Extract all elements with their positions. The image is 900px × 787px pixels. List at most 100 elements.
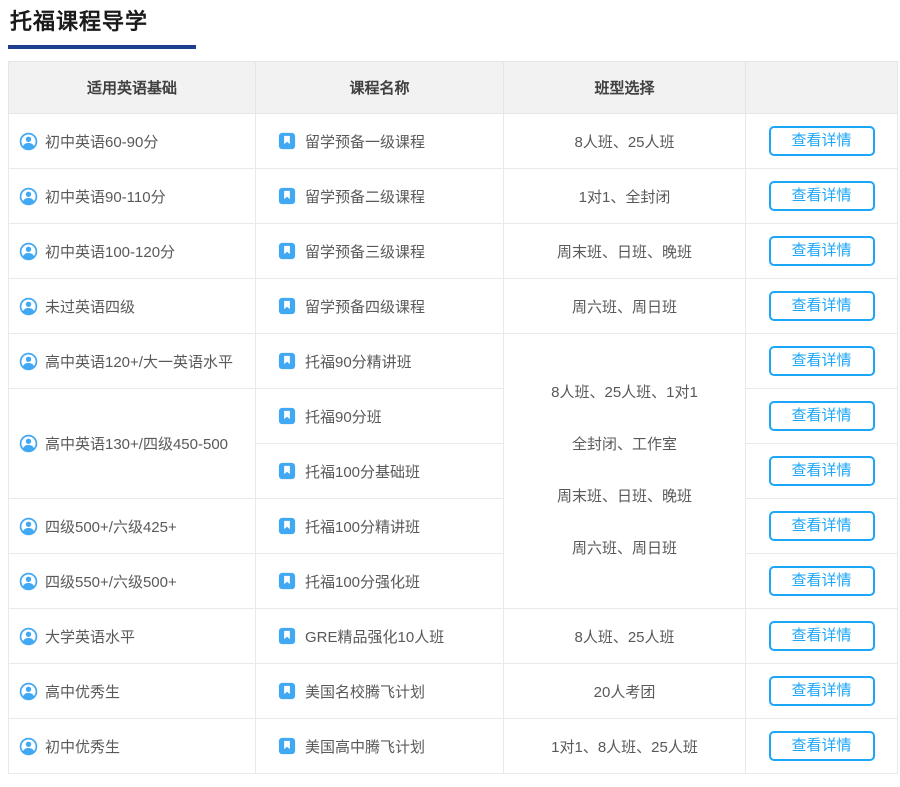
class-type-cell: 8人班、25人班 xyxy=(503,113,746,169)
english-basis-cell: 初中英语60-90分 xyxy=(8,113,256,169)
user-icon xyxy=(19,736,38,757)
title-underline xyxy=(8,45,196,49)
view-details-button[interactable]: 查看详情 xyxy=(768,566,875,596)
view-details-button[interactable]: 查看详情 xyxy=(768,346,875,376)
class-type-line: 周末班、日班、晚班 xyxy=(556,488,692,505)
english-basis-text: 初中优秀生 xyxy=(45,738,121,756)
view-details-button[interactable]: 查看详情 xyxy=(768,511,875,541)
view-details-button[interactable]: 查看详情 xyxy=(768,181,875,211)
class-type-text: 1对1、8人班、25人班 xyxy=(551,738,698,756)
book-icon xyxy=(278,352,296,370)
class-type-cell: 8人班、25人班 xyxy=(503,608,746,664)
course-cell: 美国名校腾飞计划 xyxy=(255,663,504,719)
book-icon xyxy=(278,187,296,205)
class-type-cell: 20人考团 xyxy=(503,663,746,719)
english-basis-cell: 初中优秀生 xyxy=(8,718,256,774)
table-row: 大学英语水平 GRE精品强化10人班 8人班、25人班 查看详情 xyxy=(8,608,898,664)
table-row: 初中英语90-110分 留学预备二级课程 1对1、全封闭 查看详情 xyxy=(8,168,898,224)
action-cell: 查看详情 xyxy=(745,608,898,664)
class-type-text: 1对1、全封闭 xyxy=(578,188,671,206)
action-cell: 查看详情 xyxy=(745,498,898,554)
book-icon xyxy=(278,627,296,645)
user-icon xyxy=(19,516,38,537)
course-name-text: 美国名校腾飞计划 xyxy=(305,683,426,701)
page: 托福课程导学 适用英语基础 课程名称 班型选择 初中英语60-90分 留学预备一… xyxy=(0,0,900,782)
view-details-button[interactable]: 查看详情 xyxy=(768,676,875,706)
english-basis-text: 初中英语60-90分 xyxy=(45,133,159,151)
class-type-text: 周六班、周日班 xyxy=(571,298,677,316)
view-details-button[interactable]: 查看详情 xyxy=(768,401,875,431)
course-name-text: 托福100分精讲班 xyxy=(305,518,421,536)
action-cell: 查看详情 xyxy=(745,663,898,719)
course-name-text: GRE精品强化10人班 xyxy=(305,628,445,646)
english-basis-cell: 高中优秀生 xyxy=(8,663,256,719)
english-basis-cell: 四级550+/六级500+ xyxy=(8,553,256,609)
book-icon xyxy=(278,682,296,700)
table-row: 初中英语60-90分 留学预备一级课程 8人班、25人班 查看详情 xyxy=(8,113,898,169)
english-basis-cell: 四级500+/六级425+ xyxy=(8,498,256,554)
course-cell: 留学预备四级课程 xyxy=(255,278,504,334)
course-cell: 留学预备二级课程 xyxy=(255,168,504,224)
table-row: 四级550+/六级500+ 托福100分强化班 查看详情 xyxy=(8,553,898,609)
table-row: 初中英语100-120分 留学预备三级课程 周末班、日班、晚班 查看详情 xyxy=(8,223,898,279)
view-details-button[interactable]: 查看详情 xyxy=(768,126,875,156)
user-icon xyxy=(19,131,38,152)
english-basis-cell: 大学英语水平 xyxy=(8,608,256,664)
english-basis-cell: 高中英语120+/大一英语水平 xyxy=(8,333,256,389)
user-icon xyxy=(19,296,38,317)
book-icon xyxy=(278,572,296,590)
course-cell: 托福100分精讲班 xyxy=(255,498,504,554)
course-cell: 托福90分班 xyxy=(255,388,504,444)
course-name-text: 留学预备四级课程 xyxy=(305,298,426,316)
user-icon xyxy=(19,681,38,702)
english-basis-text: 高中优秀生 xyxy=(45,683,121,701)
class-type-line: 全封闭、工作室 xyxy=(571,436,677,453)
course-cell: GRE精品强化10人班 xyxy=(255,608,504,664)
course-cell: 托福100分强化班 xyxy=(255,553,504,609)
english-basis-text: 四级550+/六级500+ xyxy=(45,573,177,591)
english-basis-cell: 高中英语130+/四级450-500 xyxy=(8,388,256,499)
header-actions xyxy=(745,61,898,114)
action-cell: 查看详情 xyxy=(745,223,898,279)
action-cell: 查看详情 xyxy=(745,333,898,389)
table-row: 未过英语四级 留学预备四级课程 周六班、周日班 查看详情 xyxy=(8,278,898,334)
action-cell: 查看详情 xyxy=(745,388,898,444)
class-type-line: 8人班、25人班、1对1 xyxy=(551,384,698,401)
english-basis-cell: 未过英语四级 xyxy=(8,278,256,334)
header-english-basis: 适用英语基础 xyxy=(8,61,256,114)
course-name-text: 留学预备二级课程 xyxy=(305,188,426,206)
english-basis-text: 高中英语130+/四级450-500 xyxy=(45,436,229,453)
book-icon xyxy=(278,462,296,480)
course-name-text: 托福90分班 xyxy=(305,408,382,426)
view-details-button[interactable]: 查看详情 xyxy=(768,236,875,266)
action-cell: 查看详情 xyxy=(745,278,898,334)
class-type-merged-cell: 8人班、25人班、1对1 全封闭、工作室 周末班、日班、晚班 周六班、周日班 xyxy=(503,333,746,609)
course-table: 适用英语基础 课程名称 班型选择 初中英语60-90分 留学预备一级课程 8人班… xyxy=(8,61,898,774)
action-cell: 查看详情 xyxy=(745,443,898,499)
view-details-button[interactable]: 查看详情 xyxy=(768,456,875,486)
view-details-button[interactable]: 查看详情 xyxy=(768,621,875,651)
english-basis-text: 初中英语90-110分 xyxy=(45,188,166,206)
class-type-cell: 周六班、周日班 xyxy=(503,278,746,334)
class-type-text: 8人班、25人班 xyxy=(574,133,675,151)
course-name-text: 托福100分强化班 xyxy=(305,573,421,591)
book-icon xyxy=(278,132,296,150)
user-icon xyxy=(19,571,38,592)
course-cell: 托福90分精讲班 xyxy=(255,333,504,389)
user-icon xyxy=(19,186,38,207)
course-cell: 留学预备一级课程 xyxy=(255,113,504,169)
view-details-button[interactable]: 查看详情 xyxy=(768,731,875,761)
class-type-cell: 1对1、8人班、25人班 xyxy=(503,718,746,774)
book-icon xyxy=(278,517,296,535)
course-name-text: 托福90分精讲班 xyxy=(305,353,412,371)
table-row: 高中优秀生 美国名校腾飞计划 20人考团 查看详情 xyxy=(8,663,898,719)
class-type-text: 8人班、25人班 xyxy=(574,628,675,646)
course-name-text: 托福100分基础班 xyxy=(305,463,421,481)
page-title: 托福课程导学 xyxy=(10,9,149,34)
english-basis-text: 高中英语120+/大一英语水平 xyxy=(45,353,233,371)
book-icon xyxy=(278,242,296,260)
course-cell: 托福100分基础班 xyxy=(255,443,504,499)
view-details-button[interactable]: 查看详情 xyxy=(768,291,875,321)
course-name-text: 美国高中腾飞计划 xyxy=(305,738,426,756)
table-row: 高中英语120+/大一英语水平 托福90分精讲班 8人班、25人班、1对1 全封… xyxy=(8,333,898,609)
